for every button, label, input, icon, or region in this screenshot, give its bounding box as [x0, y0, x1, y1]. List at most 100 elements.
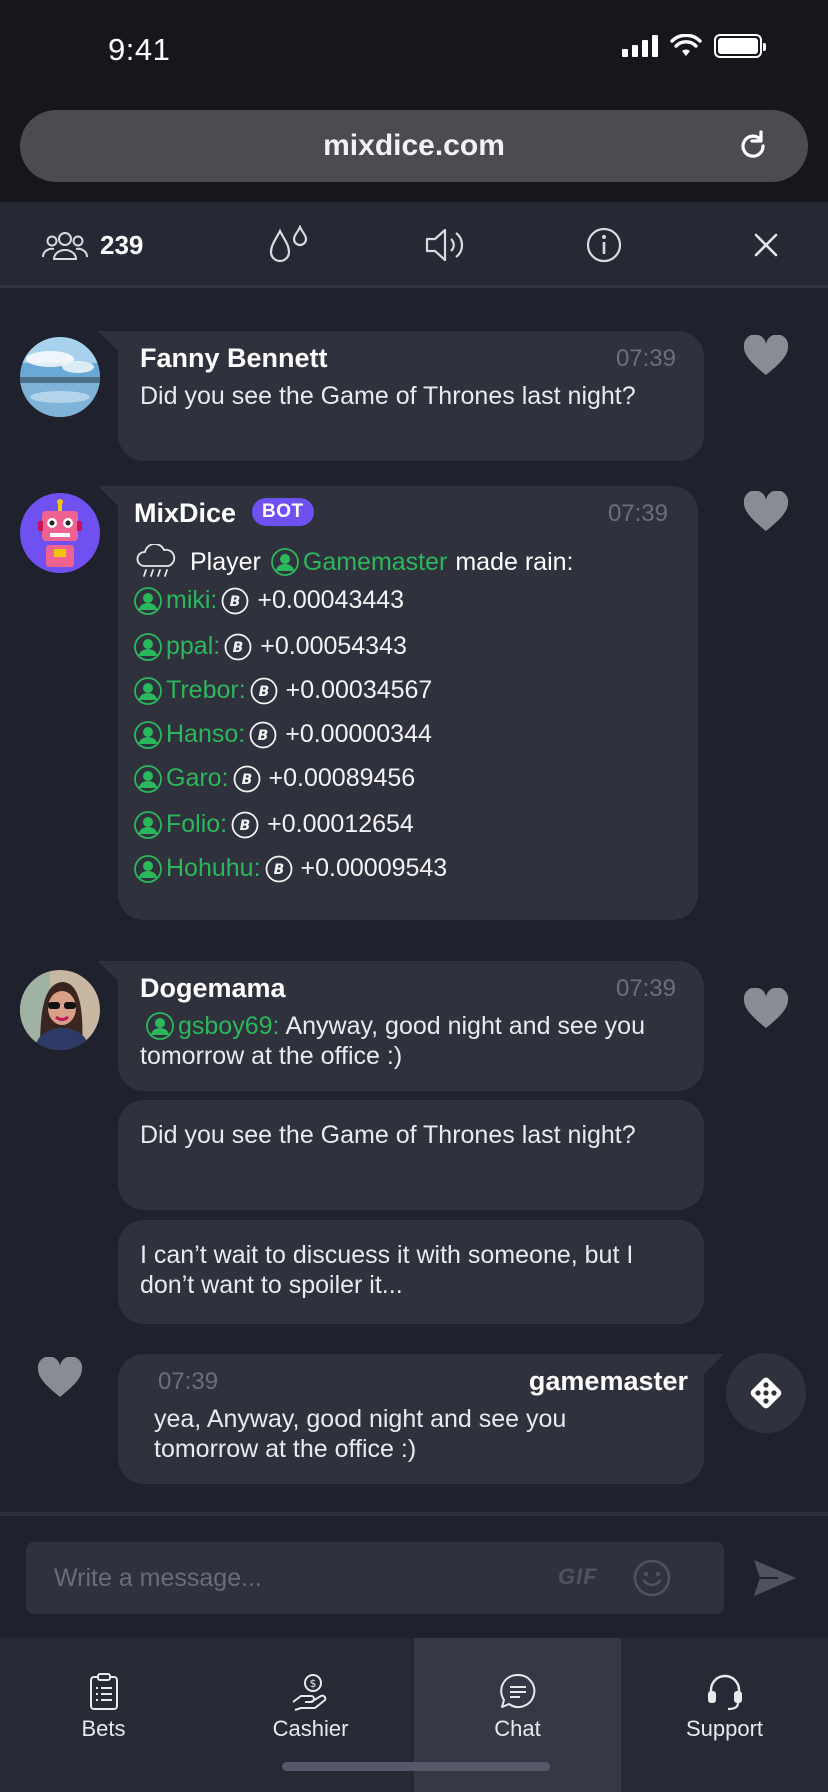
message-text: Did you see the Game of Thrones last nig…	[140, 382, 636, 410]
recipient-user[interactable]: Garo:	[166, 764, 229, 793]
home-indicator	[282, 1762, 550, 1771]
nav-label: Chat	[494, 1716, 541, 1741]
bitcoin-icon: B	[221, 587, 249, 614]
recipient-user[interactable]: ppal:	[166, 632, 220, 661]
message-text: don’t want to spoiler it...	[140, 1271, 403, 1299]
recipient-amount: +0.00012654	[267, 810, 414, 838]
nav-label: Bets	[81, 1716, 126, 1741]
rain-recipient-row: Hohuhu: B +0.00009543	[134, 854, 447, 883]
close-chat-button[interactable]	[752, 202, 780, 288]
sender-name[interactable]: gamemaster	[529, 1366, 688, 1397]
status-icons	[622, 34, 766, 58]
svg-text:B: B	[258, 684, 269, 700]
browser-bar: mixdice.com	[0, 100, 828, 202]
message-line: gsboy69: Anyway, good night and see you	[146, 1011, 645, 1041]
recipient-amount: +0.00009543	[300, 854, 448, 882]
bot-avatar[interactable]	[20, 493, 100, 573]
message-text: Anyway, good night and see you	[285, 1012, 645, 1040]
wifi-icon	[670, 34, 702, 56]
rain-suffix: made rain:	[455, 547, 574, 576]
message-bubble[interactable]: Dogemama 07:39 gsboy69: Anyway, good nig…	[98, 961, 704, 1091]
message-bubble[interactable]: I can’t wait to discuess it with someone…	[118, 1220, 704, 1324]
heart-icon[interactable]	[743, 988, 789, 1030]
online-users[interactable]: 239	[42, 202, 143, 288]
robot-icon	[20, 493, 100, 573]
bitcoin-icon: B	[224, 633, 252, 660]
chat-messages[interactable]: Fanny Bennett 07:39 Did you see the Game…	[0, 291, 828, 1515]
avatar[interactable]	[20, 337, 100, 417]
recipient-amount: +0.00000344	[285, 720, 432, 748]
info-button[interactable]	[586, 202, 622, 288]
rain-player[interactable]: Gamemaster	[303, 548, 447, 577]
recipient-amount: +0.00043443	[257, 586, 405, 614]
status-bar: 9:41	[0, 0, 828, 100]
svg-text:B: B	[258, 728, 269, 744]
recipient-user[interactable]: Folio:	[166, 810, 227, 839]
rain-recipient-row: ppal: B +0.00054343	[134, 632, 407, 661]
gif-button[interactable]: GIF	[558, 1564, 598, 1590]
avatar[interactable]	[20, 970, 100, 1050]
user-icon	[134, 676, 162, 705]
rain-prefix: Player	[190, 547, 261, 576]
svg-text:$: $	[310, 1677, 317, 1690]
message-bubble[interactable]: Did you see the Game of Thrones last nig…	[118, 1100, 704, 1210]
bitcoin-icon: B	[265, 855, 292, 882]
dice-avatar[interactable]	[726, 1353, 806, 1433]
heart-icon[interactable]	[743, 335, 789, 377]
rain-recipient-row: miki: B +0.00043443	[134, 586, 404, 615]
user-icon	[134, 720, 162, 749]
nav-label: Cashier	[272, 1716, 349, 1741]
avatar-image	[20, 970, 100, 1050]
headset-icon	[708, 1674, 742, 1711]
own-message-bubble[interactable]: 07:39 gamemaster yea, Anyway, good night…	[118, 1354, 724, 1484]
status-time: 9:41	[108, 32, 171, 67]
sender-name[interactable]: Fanny Bennett	[140, 343, 328, 374]
message-bubble[interactable]: Fanny Bennett 07:39 Did you see the Game…	[98, 331, 704, 461]
emoji-icon[interactable]	[632, 1558, 672, 1598]
bitcoin-icon: B	[231, 811, 259, 838]
message-text: yea, Anyway, good night and see you	[154, 1405, 567, 1433]
nav-bets[interactable]: Bets	[0, 1638, 207, 1792]
bitcoin-icon: B	[249, 721, 277, 748]
rain-drops-icon	[269, 225, 308, 263]
url-bar[interactable]: mixdice.com	[20, 110, 808, 182]
bitcoin-icon: B	[233, 765, 260, 792]
heart-icon[interactable]	[743, 491, 789, 533]
signal-icon	[622, 35, 658, 57]
svg-text:B: B	[230, 594, 241, 610]
recipient-amount: +0.00089456	[268, 764, 416, 792]
clipboard-icon	[90, 1673, 118, 1710]
message-time: 07:39	[158, 1368, 219, 1395]
cashier-hand-coin-icon: $	[292, 1674, 327, 1711]
user-icon	[134, 632, 162, 661]
rain-recipient-row: Garo: B +0.00089456	[134, 764, 415, 793]
heart-icon[interactable]	[37, 1357, 83, 1399]
user-icon	[134, 764, 162, 793]
chat-icon	[500, 1673, 536, 1708]
message-bubble[interactable]: MixDice BOT 07:39 Player Gamemaster made…	[98, 486, 698, 920]
send-icon[interactable]	[752, 1558, 798, 1598]
rain-cloud-icon	[136, 544, 176, 577]
nav-support[interactable]: Support	[621, 1638, 828, 1792]
recipient-user[interactable]: Trebor:	[166, 676, 246, 705]
svg-text:B: B	[273, 862, 284, 878]
message-time: 07:39	[607, 500, 668, 527]
user-icon	[270, 548, 299, 576]
mention-user[interactable]: gsboy69:	[178, 1011, 279, 1041]
message-input[interactable]	[54, 1542, 534, 1614]
message-input-box[interactable]: GIF	[26, 1542, 724, 1614]
nav-label: Support	[685, 1716, 764, 1741]
recipient-user[interactable]: miki:	[166, 586, 217, 615]
sender-name[interactable]: Dogemama	[140, 973, 286, 1004]
user-icon	[134, 586, 162, 615]
svg-text:B: B	[241, 772, 252, 788]
message-text: Did you see the Game of Thrones last nig…	[140, 1121, 636, 1149]
sound-button[interactable]	[424, 202, 468, 288]
message-composer: GIF	[0, 1512, 828, 1638]
bitcoin-icon: B	[250, 677, 278, 704]
recipient-user[interactable]: Hohuhu:	[166, 854, 261, 883]
rain-button[interactable]	[266, 202, 312, 288]
recipient-user[interactable]: Hanso:	[166, 720, 245, 749]
sender-name[interactable]: MixDice	[134, 498, 236, 529]
reload-icon[interactable]	[736, 129, 770, 163]
